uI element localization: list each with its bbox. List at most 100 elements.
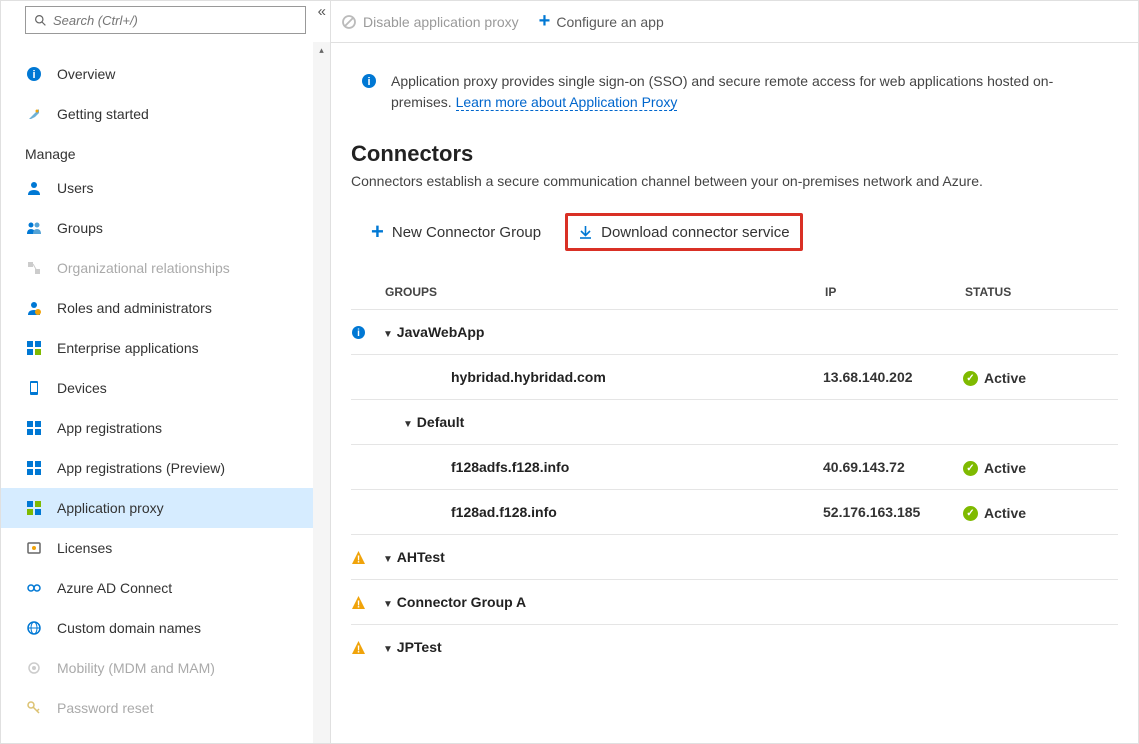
nav-label: Licenses: [57, 540, 112, 556]
col-ip: IP: [825, 285, 965, 299]
connectors-heading: Connectors: [351, 141, 1118, 167]
sidebar-item-overview[interactable]: i Overview: [1, 54, 330, 94]
main-content: Disable application proxy + Configure an…: [331, 1, 1138, 743]
host-row[interactable]: hybridad.hybridad.com13.68.140.202✓Activ…: [351, 354, 1118, 399]
nav-scrollbar[interactable]: ▴: [313, 42, 330, 743]
nav-label: Custom domain names: [57, 620, 201, 636]
sidebar-item-app-registrations-preview[interactable]: App registrations (Preview): [1, 448, 330, 488]
proxy-icon: [25, 499, 43, 517]
sidebar-item-enterprise-apps[interactable]: Enterprise applications: [1, 328, 330, 368]
search-icon: [34, 14, 47, 27]
nav-label: App registrations (Preview): [57, 460, 225, 476]
nav-label: Overview: [57, 66, 115, 82]
rocket-icon: [25, 105, 43, 123]
sidebar: « ▴ i Overview Getting started Manage Us…: [1, 1, 331, 743]
sidebar-item-users[interactable]: Users: [1, 168, 330, 208]
caret-down-icon[interactable]: ▼: [383, 644, 393, 655]
host-row[interactable]: f128adfs.f128.info40.69.143.72✓Active: [351, 444, 1118, 489]
learn-more-link[interactable]: Learn more about Application Proxy: [456, 94, 678, 111]
sidebar-item-custom-domains[interactable]: Custom domain names: [1, 608, 330, 648]
roles-icon: [25, 299, 43, 317]
search-box[interactable]: [25, 6, 306, 34]
key-icon: [25, 699, 43, 717]
download-connector-button[interactable]: Download connector service: [565, 213, 802, 251]
nav-label: Password reset: [57, 700, 153, 716]
status-badge: ✓Active: [963, 460, 1026, 476]
group-row[interactable]: !▼ Connector Group A: [351, 579, 1118, 624]
group-cell: ▼ Default: [383, 414, 823, 430]
caret-down-icon[interactable]: ▼: [383, 329, 393, 340]
sidebar-item-devices[interactable]: Devices: [1, 368, 330, 408]
info-icon: i: [25, 65, 43, 83]
status-cell: ✓Active: [963, 503, 1118, 522]
group-row[interactable]: ! ▼ JPTest: [351, 624, 1118, 669]
svg-text:i: i: [357, 328, 360, 339]
toolbar: Disable application proxy + Configure an…: [331, 1, 1138, 43]
sidebar-item-licenses[interactable]: Licenses: [1, 528, 330, 568]
plus-icon: +: [371, 219, 384, 245]
connector-actions: + New Connector Group Download connector…: [351, 213, 1118, 251]
svg-text:i: i: [367, 76, 370, 88]
sidebar-item-groups[interactable]: Groups: [1, 208, 330, 248]
row-icon: !: [351, 595, 383, 610]
row-icon: !: [351, 550, 383, 565]
nav-label: Enterprise applications: [57, 340, 199, 356]
ip-cell: 13.68.140.202: [823, 369, 963, 385]
table-body: i ▼ JavaWebApp hybridad.hybridad.com 13.68.…: [351, 309, 1118, 669]
groups-icon: [25, 219, 43, 237]
sidebar-item-roles[interactable]: Roles and administrators: [1, 288, 330, 328]
toolbar-label: Configure an app: [556, 14, 663, 30]
status-label: Active: [984, 370, 1026, 386]
host-cell: hybridad.hybridad.com: [383, 369, 823, 385]
host-name: hybridad.hybridad.com: [383, 369, 606, 385]
col-groups: GROUPS: [385, 285, 825, 299]
apps-icon: [25, 339, 43, 357]
sidebar-item-password-reset[interactable]: Password reset: [1, 688, 330, 728]
disable-icon: [341, 14, 357, 30]
sidebar-item-app-registrations[interactable]: App registrations: [1, 408, 330, 448]
connect-icon: [25, 579, 43, 597]
collapse-sidebar-icon[interactable]: «: [318, 3, 326, 20]
group-row[interactable]: ▼ Default: [351, 399, 1118, 444]
group-cell: ▼ AHTest: [383, 549, 823, 565]
sidebar-item-org-relationships[interactable]: Organizational relationships: [1, 248, 330, 288]
nav-label: Organizational relationships: [57, 260, 230, 276]
new-connector-group-button[interactable]: + New Connector Group: [361, 213, 551, 251]
connectors-subtitle: Connectors establish a secure communicat…: [351, 173, 1118, 189]
group-row[interactable]: !▼ AHTest: [351, 534, 1118, 579]
nav-section-manage: Manage: [1, 134, 330, 168]
group-cell: ▼ JavaWebApp: [383, 324, 823, 340]
group-name: AHTest: [397, 549, 445, 565]
nav-label: Application proxy: [57, 500, 164, 516]
group-row[interactable]: i ▼ JavaWebApp: [351, 309, 1118, 354]
sidebar-item-getting-started[interactable]: Getting started: [1, 94, 330, 134]
nav-label: Users: [57, 180, 94, 196]
host-row[interactable]: f128ad.f128.info52.176.163.185✓Active: [351, 489, 1118, 534]
search-wrap: «: [1, 1, 330, 42]
table-header: GROUPS IP STATUS: [351, 275, 1118, 309]
configure-app-button[interactable]: + Configure an app: [539, 10, 664, 33]
nav-label: Azure AD Connect: [57, 580, 172, 596]
plus-icon: +: [539, 10, 551, 33]
host-cell: f128adfs.f128.info: [383, 459, 823, 475]
group-cell: ▼ JPTest: [383, 639, 823, 655]
ip-cell: 52.176.163.185: [823, 504, 963, 520]
caret-down-icon[interactable]: ▼: [383, 554, 393, 565]
download-icon: [578, 225, 593, 240]
svg-text:i: i: [32, 69, 35, 81]
scroll-up-icon[interactable]: ▴: [313, 42, 330, 59]
sidebar-item-application-proxy[interactable]: Application proxy: [1, 488, 330, 528]
nav-label: Groups: [57, 220, 103, 236]
nav-label: Roles and administrators: [57, 300, 212, 316]
toolbar-label: Disable application proxy: [363, 14, 519, 30]
caret-down-icon[interactable]: ▼: [403, 419, 413, 430]
search-input[interactable]: [53, 13, 297, 28]
row-icon: i: [351, 325, 383, 340]
col-status: STATUS: [965, 285, 1118, 299]
sidebar-item-mobility[interactable]: Mobility (MDM and MAM): [1, 648, 330, 688]
svg-text:!: !: [357, 644, 360, 655]
svg-text:!: !: [357, 599, 360, 610]
caret-down-icon[interactable]: ▼: [383, 599, 393, 610]
sidebar-item-azure-ad-connect[interactable]: Azure AD Connect: [1, 568, 330, 608]
ip-cell: 40.69.143.72: [823, 459, 963, 475]
